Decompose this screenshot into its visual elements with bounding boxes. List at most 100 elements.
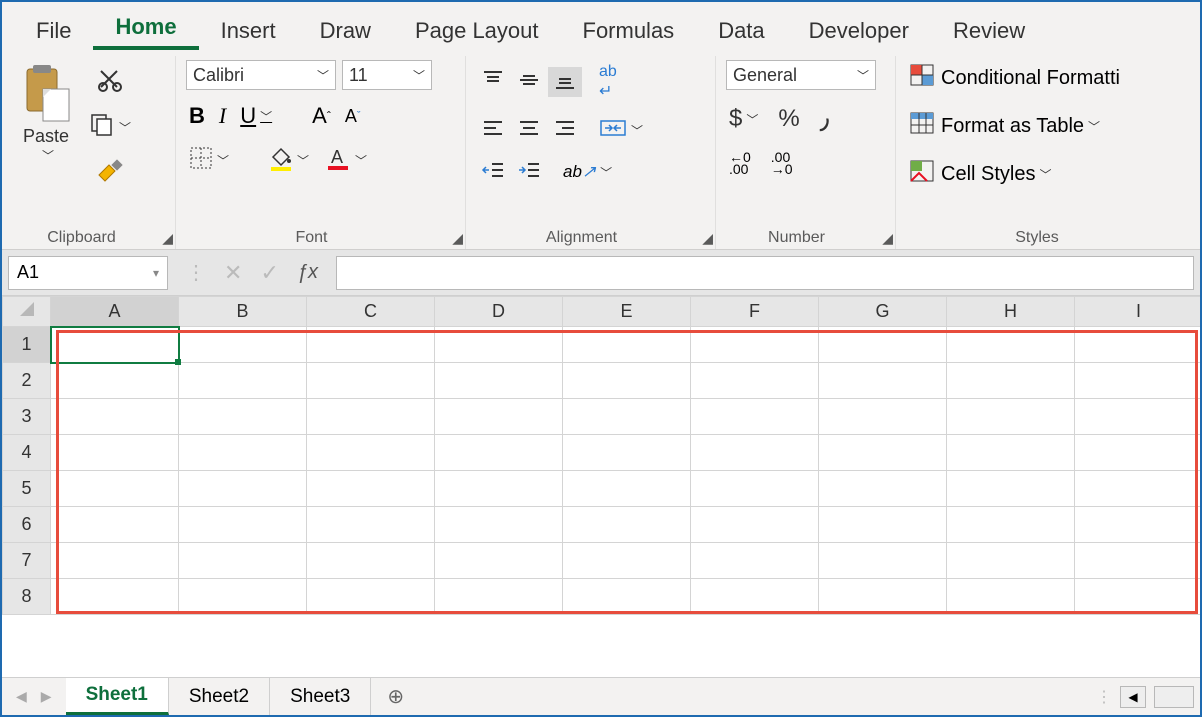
cell[interactable] xyxy=(563,471,691,507)
cell[interactable] xyxy=(307,363,435,399)
cell[interactable] xyxy=(819,363,947,399)
cell[interactable] xyxy=(51,399,179,435)
cell[interactable] xyxy=(563,579,691,615)
tab-insert[interactable]: Insert xyxy=(199,10,298,50)
tab-home[interactable]: Home xyxy=(93,6,198,50)
decrease-font-button[interactable]: Aˇ xyxy=(342,103,364,130)
font-name-dropdown[interactable]: Calibri ﹀ xyxy=(186,60,336,90)
cell[interactable] xyxy=(307,471,435,507)
cell[interactable] xyxy=(1075,507,1201,543)
align-top-button[interactable] xyxy=(476,67,510,97)
increase-indent-button[interactable] xyxy=(512,157,546,187)
row-header-5[interactable]: 5 xyxy=(3,471,51,507)
cell[interactable] xyxy=(435,327,563,363)
format-as-table-button[interactable]: Format as Table ﹀ xyxy=(906,108,1103,144)
cell[interactable] xyxy=(179,399,307,435)
row-header-8[interactable]: 8 xyxy=(3,579,51,615)
sheet-nav-next[interactable]: ▶ xyxy=(41,688,52,705)
increase-decimal-button[interactable]: ←0.00 xyxy=(726,148,754,178)
row-header-3[interactable]: 3 xyxy=(3,399,51,435)
column-header-B[interactable]: B xyxy=(179,297,307,327)
cell[interactable] xyxy=(819,471,947,507)
cell[interactable] xyxy=(435,363,563,399)
row-header-7[interactable]: 7 xyxy=(3,543,51,579)
row-header-4[interactable]: 4 xyxy=(3,435,51,471)
format-painter-button[interactable] xyxy=(86,154,134,193)
align-middle-button[interactable] xyxy=(512,67,546,97)
cell[interactable] xyxy=(307,327,435,363)
tab-developer[interactable]: Developer xyxy=(787,10,931,50)
add-sheet-button[interactable]: ⊕ xyxy=(371,684,420,709)
cell[interactable] xyxy=(691,507,819,543)
cell[interactable] xyxy=(563,399,691,435)
cell[interactable] xyxy=(51,543,179,579)
cell[interactable] xyxy=(1075,363,1201,399)
cell[interactable] xyxy=(51,435,179,471)
cell[interactable] xyxy=(819,507,947,543)
tab-formulas[interactable]: Formulas xyxy=(561,10,697,50)
decrease-indent-button[interactable] xyxy=(476,157,510,187)
cell[interactable] xyxy=(1075,399,1201,435)
cell[interactable] xyxy=(179,435,307,471)
sheet-tab-3[interactable]: Sheet3 xyxy=(270,678,371,715)
sheet-tab-1[interactable]: Sheet1 xyxy=(66,678,169,715)
cell[interactable] xyxy=(307,507,435,543)
cell[interactable] xyxy=(947,507,1075,543)
cancel-formula-button[interactable]: ✕ xyxy=(224,260,242,286)
increase-font-button[interactable]: Aˆ xyxy=(309,100,334,132)
select-all-corner[interactable] xyxy=(3,297,51,327)
cell[interactable] xyxy=(179,327,307,363)
orientation-button[interactable]: ab↗﹀ xyxy=(560,159,615,185)
cell[interactable] xyxy=(51,579,179,615)
cell[interactable] xyxy=(435,579,563,615)
hscroll-track[interactable] xyxy=(1154,686,1194,708)
column-header-C[interactable]: C xyxy=(307,297,435,327)
decrease-decimal-button[interactable]: .00→0 xyxy=(768,148,796,178)
cell-A1[interactable] xyxy=(51,327,179,363)
tab-file[interactable]: File xyxy=(14,10,93,50)
cell[interactable] xyxy=(691,543,819,579)
cell[interactable] xyxy=(947,471,1075,507)
cell[interactable] xyxy=(307,435,435,471)
cell[interactable] xyxy=(51,507,179,543)
spreadsheet-grid[interactable]: A B C D E F G H I 1 2 3 4 5 6 7 8 xyxy=(2,296,1200,677)
cell[interactable] xyxy=(947,579,1075,615)
cell[interactable] xyxy=(179,579,307,615)
cell[interactable] xyxy=(691,363,819,399)
cell[interactable] xyxy=(691,327,819,363)
sheet-tab-2[interactable]: Sheet2 xyxy=(169,678,270,715)
row-header-1[interactable]: 1 xyxy=(3,327,51,363)
number-launcher[interactable]: ◢ xyxy=(882,230,893,247)
fx-icon[interactable]: ƒx xyxy=(297,261,318,284)
align-right-button[interactable] xyxy=(548,116,582,146)
cell[interactable] xyxy=(691,579,819,615)
cell[interactable] xyxy=(819,435,947,471)
column-header-D[interactable]: D xyxy=(435,297,563,327)
cell[interactable] xyxy=(1075,327,1201,363)
number-format-dropdown[interactable]: General ﹀ xyxy=(726,60,876,90)
cell[interactable] xyxy=(691,471,819,507)
cell[interactable] xyxy=(563,543,691,579)
cell[interactable] xyxy=(435,435,563,471)
paste-dropdown[interactable]: ﹀ xyxy=(38,147,54,164)
paste-icon[interactable] xyxy=(16,60,76,126)
cell[interactable] xyxy=(563,327,691,363)
cell[interactable] xyxy=(563,507,691,543)
column-header-F[interactable]: F xyxy=(691,297,819,327)
clipboard-launcher[interactable]: ◢ xyxy=(162,230,173,247)
font-size-dropdown[interactable]: 11 ﹀ xyxy=(342,60,432,90)
cell[interactable] xyxy=(819,543,947,579)
cut-button[interactable] xyxy=(86,64,134,101)
formula-input[interactable] xyxy=(336,256,1194,290)
column-header-E[interactable]: E xyxy=(563,297,691,327)
cell[interactable] xyxy=(691,399,819,435)
cell[interactable] xyxy=(51,363,179,399)
row-header-2[interactable]: 2 xyxy=(3,363,51,399)
cell[interactable] xyxy=(179,471,307,507)
copy-button[interactable]: ﹀ xyxy=(86,109,134,146)
hscroll-left-button[interactable]: ◀ xyxy=(1120,686,1146,708)
tab-review[interactable]: Review xyxy=(931,10,1047,50)
cell[interactable] xyxy=(179,363,307,399)
borders-button[interactable]: ﹀ xyxy=(186,143,232,178)
cell[interactable] xyxy=(435,507,563,543)
